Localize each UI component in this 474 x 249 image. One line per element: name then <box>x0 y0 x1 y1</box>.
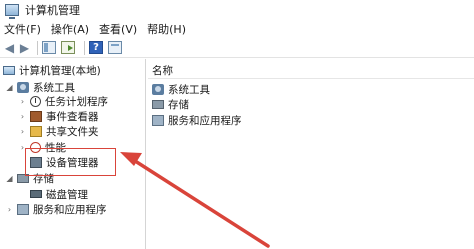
properties-icon[interactable] <box>108 41 122 54</box>
window-title: 计算机管理 <box>25 4 80 17</box>
toolbar-divider <box>37 40 38 55</box>
annotation-highlight-box <box>25 148 116 176</box>
tree-item-system-tools[interactable]: ◢ 系统工具 <box>5 80 75 94</box>
services-icon <box>152 114 164 126</box>
list-item[interactable]: 存储 <box>152 97 189 111</box>
tree-item-task-scheduler[interactable]: › 任务计划程序 <box>18 94 108 108</box>
chevron-down-icon[interactable]: ◢ <box>5 83 14 92</box>
show-hide-pane-icon[interactable] <box>42 41 56 54</box>
toolbar: ◀ ▶ ? <box>0 38 474 58</box>
system-tools-icon <box>17 81 29 93</box>
back-arrow-icon[interactable]: ◀ <box>3 41 16 55</box>
menu-action[interactable]: 操作(A) <box>51 21 89 37</box>
event-viewer-icon <box>30 110 42 122</box>
computer-management-icon <box>5 4 19 19</box>
header-divider <box>148 78 474 79</box>
tree-item-label: 计算机管理(本地) <box>19 64 101 77</box>
chevron-right-icon[interactable]: › <box>18 112 27 121</box>
clock-icon <box>30 95 41 107</box>
services-icon <box>17 203 29 215</box>
export-list-icon[interactable] <box>61 41 75 54</box>
menu-view[interactable]: 查看(V) <box>99 21 137 37</box>
chevron-right-icon[interactable]: › <box>5 205 14 214</box>
tree-item-label: 磁盘管理 <box>46 188 88 201</box>
chevron-right-icon[interactable]: › <box>18 97 27 106</box>
menu-bar: 文件(F) 操作(A) 查看(V) 帮助(H) <box>0 20 474 38</box>
tree-item-shared-folders[interactable]: › 共享文件夹 <box>18 124 99 138</box>
toolbar-divider <box>84 40 85 55</box>
chevron-down-icon[interactable]: ◢ <box>5 174 14 183</box>
list-item-label: 存储 <box>168 98 189 111</box>
tree-item-disk-management[interactable]: 磁盘管理 <box>30 187 88 201</box>
content-pane: 名称 系统工具 存储 服务和应用程序 <box>148 59 474 249</box>
tree-item-label: 服务和应用程序 <box>33 203 107 216</box>
column-header-name[interactable]: 名称 <box>152 63 173 78</box>
list-item-label: 服务和应用程序 <box>168 114 242 127</box>
menu-file[interactable]: 文件(F) <box>4 21 41 37</box>
disk-management-icon <box>30 190 42 198</box>
tree-item-label: 系统工具 <box>33 81 75 94</box>
menu-help[interactable]: 帮助(H) <box>147 21 186 37</box>
system-tools-icon <box>152 83 164 95</box>
computer-management-icon <box>3 65 15 75</box>
shared-folder-icon <box>30 125 42 137</box>
tree-item-label: 共享文件夹 <box>46 125 99 138</box>
tree-item-label: 事件查看器 <box>46 110 99 123</box>
forward-arrow-icon[interactable]: ▶ <box>18 41 31 55</box>
list-item-label: 系统工具 <box>168 83 210 96</box>
tree-item-label: 任务计划程序 <box>45 95 108 108</box>
list-item[interactable]: 服务和应用程序 <box>152 113 242 127</box>
tree-item-services-apps[interactable]: › 服务和应用程序 <box>5 202 107 216</box>
chevron-right-icon[interactable]: › <box>18 127 27 136</box>
tree-item-event-viewer[interactable]: › 事件查看器 <box>18 109 99 123</box>
tree-item-root[interactable]: 计算机管理(本地) <box>3 63 101 77</box>
title-bar: 计算机管理 <box>0 0 474 20</box>
storage-icon <box>152 99 164 109</box>
help-icon[interactable]: ? <box>89 41 103 54</box>
list-item[interactable]: 系统工具 <box>152 82 210 96</box>
